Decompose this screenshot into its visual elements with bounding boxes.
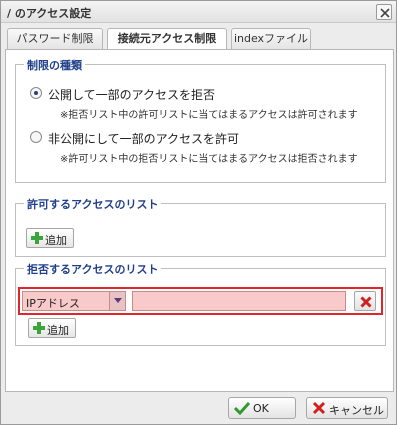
option-private-allow-label[interactable]: 非公開にして一部のアクセスを許可	[48, 130, 239, 147]
restriction-type-legend: 制限の種類	[24, 57, 85, 73]
delete-x-icon	[360, 296, 372, 308]
option-public-deny-note: ※拒否リスト中の許可リストに当てはまるアクセスは許可されます	[60, 110, 358, 121]
deny-add-label: 追加	[47, 324, 69, 337]
checkmark-icon	[234, 401, 250, 415]
allow-list-legend: 許可するアクセスのリスト	[24, 196, 162, 212]
tab-source-access-restriction[interactable]: 接続元アクセス制限	[107, 28, 227, 50]
restriction-type-group: 制限の種類 公開して一部のアクセスを拒否 ※拒否リスト中の許可リストに当てはまる…	[15, 57, 386, 183]
option-private-allow-note: ※許可リスト中の拒否リストに当てはまるアクセスは拒否されます	[60, 154, 358, 165]
close-button[interactable]	[376, 4, 392, 20]
cancel-label: キャンセル	[329, 404, 384, 417]
deny-add-button[interactable]: 追加	[28, 318, 76, 338]
deny-list-legend: 拒否するアクセスのリスト	[24, 261, 162, 277]
allow-add-button[interactable]: 追加	[26, 228, 74, 248]
ok-button[interactable]: OK	[228, 397, 296, 419]
deny-entry-delete-button[interactable]	[354, 291, 376, 311]
allow-list-group: 許可するアクセスのリスト 追加	[15, 196, 386, 257]
deny-entry-type-value: IPアドレス	[26, 297, 80, 310]
dialog-title: / のアクセス設定	[7, 7, 92, 20]
ok-label: OK	[253, 402, 269, 415]
tab-panel: 制限の種類 公開して一部のアクセスを拒否 ※拒否リスト中の許可リストに当てはまる…	[5, 49, 394, 392]
radio-private-allow[interactable]	[30, 131, 42, 143]
close-icon	[380, 8, 390, 18]
cancel-x-icon	[312, 401, 326, 415]
plus-icon	[31, 232, 43, 244]
deny-entry-value-input[interactable]	[132, 291, 346, 311]
tab-index-file[interactable]: indexファイル	[231, 28, 311, 49]
dialog-window: / のアクセス設定 パスワード制限 接続元アクセス制限 indexファイル 制限…	[0, 0, 397, 425]
dropdown-arrow[interactable]	[109, 292, 125, 310]
deny-entry-type-select[interactable]: IPアドレス	[22, 291, 126, 311]
cancel-button[interactable]: キャンセル	[306, 397, 388, 419]
radio-public-deny[interactable]	[30, 87, 42, 99]
title-bar[interactable]: / のアクセス設定	[1, 1, 396, 23]
deny-entry-row: IPアドレス	[18, 287, 383, 315]
tab-password-restriction[interactable]: パスワード制限	[7, 28, 103, 49]
deny-list-group: 拒否するアクセスのリスト IPアドレス 追加	[15, 261, 386, 346]
plus-icon	[33, 322, 45, 334]
allow-add-label: 追加	[45, 234, 67, 247]
option-public-deny-label[interactable]: 公開して一部のアクセスを拒否	[48, 86, 215, 103]
chevron-down-icon	[114, 298, 122, 303]
